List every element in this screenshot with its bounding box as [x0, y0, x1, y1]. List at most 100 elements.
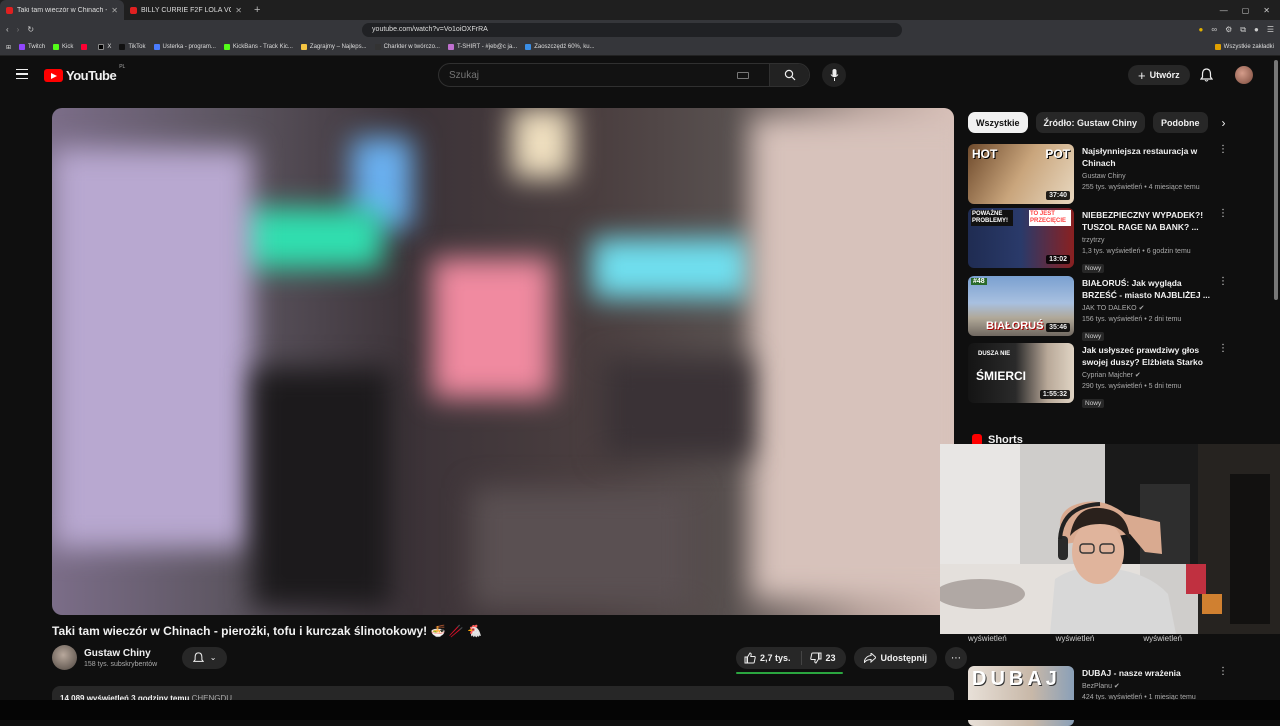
recommendation-meta: 1,3 tys. wyświetleń • 6 godzin temu — [1082, 248, 1191, 255]
more-vertical-icon[interactable]: ⋮ — [1218, 276, 1228, 336]
bookmark-item[interactable]: TikTok — [119, 44, 146, 50]
recommendation-title[interactable]: BIAŁORUŚ: Jak wygląda BRZEŚĆ - miasto NA… — [1082, 277, 1210, 301]
bookmark-item[interactable]: Twitch — [19, 44, 45, 50]
new-tab-icon[interactable]: + — [248, 4, 266, 16]
recommendation-channel[interactable]: Cyprian Majcher — [1082, 372, 1133, 379]
bookmark-item[interactable]: Usterka - program... — [153, 44, 216, 50]
channel-avatar[interactable] — [52, 645, 77, 670]
bookmark-item[interactable]: Zagrajmy – Najleps... — [300, 44, 367, 50]
recommendation-meta: 156 tys. wyświetleń • 2 dni temu — [1082, 316, 1182, 323]
reload-icon[interactable]: ↻ — [27, 25, 34, 34]
bookmark-item[interactable] — [81, 44, 90, 50]
chip-related[interactable]: Podobne — [1153, 112, 1208, 133]
bookmark-item[interactable]: X — [98, 44, 111, 50]
verified-icon: ✔ — [1113, 683, 1120, 690]
share-button[interactable]: Udostępnij — [853, 647, 938, 669]
chip-all[interactable]: Wszystkie — [968, 112, 1028, 133]
hamburger-menu-icon[interactable] — [16, 69, 28, 79]
bookmark-item[interactable]: Charkter w twórczo... — [374, 44, 440, 50]
video-title: Taki tam wieczór w Chinach - pierożki, t… — [52, 624, 483, 638]
notifications-bell-icon[interactable] — [1200, 68, 1213, 82]
keyboard-icon[interactable] — [737, 71, 749, 79]
video-player[interactable] — [52, 108, 954, 615]
new-badge: Nowy — [1082, 399, 1105, 408]
more-horizontal-icon: ⋯ — [951, 652, 962, 664]
extension-icon[interactable]: ● — [1199, 25, 1204, 35]
tab-title: BILLY CURRIE F2F LOLA VOSS | FACE — [141, 6, 231, 14]
youtube-logo[interactable]: YouTube PL — [44, 64, 125, 83]
browser-tab-active[interactable]: Taki tam wieczór w Chinach - ✕ — [0, 0, 124, 20]
recommendation-channel[interactable]: JAK TO DALEKO — [1082, 305, 1137, 312]
folder-icon — [1214, 44, 1221, 50]
close-tab-icon[interactable]: ✕ — [235, 6, 242, 15]
search-input[interactable] — [449, 69, 737, 81]
close-window-icon[interactable]: ✕ — [1263, 6, 1270, 15]
dislike-button[interactable]: 23 — [802, 652, 846, 664]
recommendation-channel-row: BezPlanu ✔ — [1082, 681, 1210, 692]
chip-from-channel[interactable]: Źródło: Gustaw Chiny — [1035, 112, 1146, 133]
recommendation-channel[interactable]: BezPlanu — [1082, 683, 1112, 690]
minimize-icon[interactable]: — — [1220, 6, 1228, 15]
video-thumbnail[interactable]: DUSZA NIE ŚMIERCI 1:55:32 — [968, 343, 1074, 403]
video-frame-blur — [472, 488, 692, 608]
recommendation-meta: 290 tys. wyświetleń • 5 dni temu — [1082, 383, 1182, 390]
subscription-notifications-button[interactable]: ⌄ — [182, 646, 228, 669]
bookmark-item[interactable]: KickBans - Track Kic... — [223, 44, 293, 50]
like-count: 2,7 tys. — [760, 653, 791, 663]
chevron-right-icon[interactable]: › — [1222, 116, 1226, 130]
extensions-puzzle-icon[interactable]: ⧉ — [1240, 25, 1246, 35]
more-vertical-icon[interactable]: ⋮ — [1218, 144, 1228, 204]
close-tab-icon[interactable]: ✕ — [111, 6, 118, 15]
thumbs-up-icon — [744, 652, 756, 664]
recommendation-title[interactable]: DUBAJ - nasze wrażenia — [1082, 667, 1210, 679]
more-vertical-icon[interactable]: ⋮ — [1218, 343, 1228, 403]
url-field[interactable]: youtube.com/watch?v=Vo1oiOXFrRA — [362, 22, 903, 37]
extension-icon[interactable]: ∞ — [1211, 25, 1217, 35]
share-label: Udostępnij — [880, 653, 928, 663]
recommendation-title[interactable]: Najsłynniejsza restauracja w Chinach — [1082, 145, 1210, 169]
voice-search-button[interactable] — [822, 63, 846, 87]
recommendation-title[interactable]: NIEBEZPIECZNY WYPADEK?! TUSZOL RAGE NA B… — [1082, 209, 1210, 233]
more-actions-button[interactable]: ⋯ — [945, 647, 968, 669]
forward-icon[interactable]: › — [17, 25, 20, 34]
maximize-icon[interactable]: ▢ — [1242, 6, 1250, 15]
recommendation-item[interactable]: DUSZA NIE ŚMIERCI 1:55:32 Jak usłyszeć p… — [968, 343, 1228, 408]
back-icon[interactable]: ‹ — [6, 25, 9, 34]
video-thumbnail[interactable]: #48 BIAŁORUŚ 35:46 — [968, 276, 1074, 336]
menu-icon[interactable]: ☰ — [1267, 25, 1274, 35]
browser-tab[interactable]: BILLY CURRIE F2F LOLA VOSS | FACE ✕ — [124, 0, 248, 20]
recommendation-info: Najsłynniejsza restauracja w Chinach Gus… — [1082, 144, 1210, 204]
verified-icon: ✔ — [1134, 372, 1141, 379]
page-scrollbar[interactable] — [1274, 60, 1278, 300]
video-thumbnail[interactable]: HOT POT 37:40 — [968, 144, 1074, 204]
channel-info: Gustaw Chiny 158 tys. subskrybentów — [84, 648, 157, 668]
profile-icon[interactable]: ● — [1254, 25, 1259, 35]
all-bookmarks[interactable]: Wszystkie zakładki — [1214, 44, 1274, 50]
extension-icon[interactable]: ⚙ — [1225, 25, 1232, 35]
bell-icon — [192, 651, 204, 662]
bookmark-icon — [447, 44, 454, 50]
more-vertical-icon[interactable]: ⋮ — [1218, 208, 1228, 268]
bookmark-icon — [223, 44, 230, 50]
search-button[interactable] — [769, 64, 809, 86]
recommendation-channel[interactable]: trzytrzy — [1082, 235, 1210, 246]
apps-grid-icon[interactable]: ⊞ — [6, 44, 11, 51]
video-duration: 35:46 — [1046, 323, 1070, 332]
recommendation-title[interactable]: Jak usłyszeć prawdziwy głos swojej duszy… — [1082, 344, 1210, 368]
bookmark-icon — [374, 44, 381, 50]
bookmark-item[interactable]: Kick — [53, 44, 73, 50]
like-button[interactable]: 2,7 tys. — [736, 651, 802, 665]
recommendation-item[interactable]: POWAŻNE PROBLEMY! TO JEST PRZECIĘCIE 13:… — [968, 208, 1228, 273]
channel-name[interactable]: Gustaw Chiny — [84, 648, 157, 659]
shorts-views: wyświetleń — [1143, 634, 1182, 643]
recommendation-channel[interactable]: Gustaw Chiny — [1082, 171, 1210, 182]
recommendation-item[interactable]: HOT POT 37:40 Najsłynniejsza restauracja… — [968, 144, 1228, 204]
video-frame-blur — [432, 258, 552, 398]
recommendation-channel-row: Cyprian Majcher ✔ — [1082, 370, 1210, 381]
bookmark-item[interactable]: T-SHIRT - #jeb@c ja... — [447, 44, 517, 50]
account-avatar[interactable] — [1235, 66, 1253, 84]
bookmark-item[interactable]: Zaoszczędź 60%, ku... — [525, 44, 595, 50]
video-thumbnail[interactable]: POWAŻNE PROBLEMY! TO JEST PRZECIĘCIE 13:… — [968, 208, 1074, 268]
create-button[interactable]: + Utwórz — [1128, 65, 1190, 85]
recommendation-item[interactable]: #48 BIAŁORUŚ 35:46 BIAŁORUŚ: Jak wygląda… — [968, 276, 1228, 341]
